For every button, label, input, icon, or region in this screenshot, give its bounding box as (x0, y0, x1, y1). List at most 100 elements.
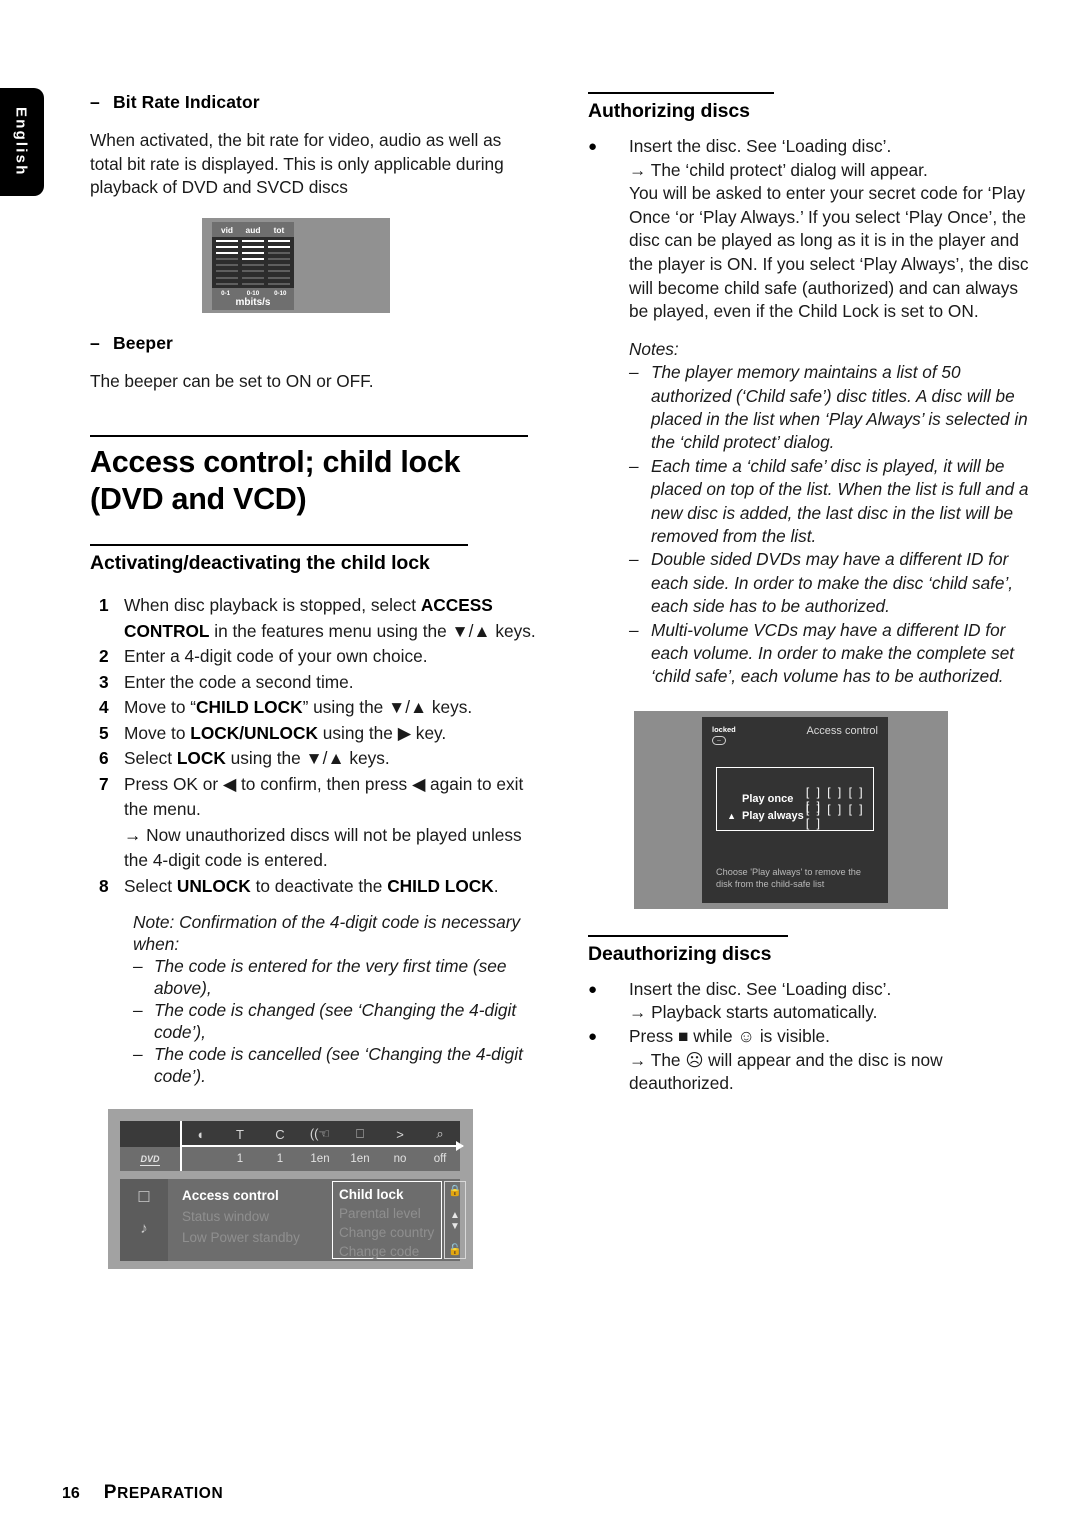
bullet-text: Press ■ while ☺ is visible. → The ☹ will… (629, 1025, 1036, 1096)
step-item: 4 Move to “CHILD LOCK” using the ▼/▲ key… (90, 695, 538, 721)
steps-list: 1 When disc playback is stopped, select … (90, 593, 538, 899)
page-title: Access control; child lock (DVD and VCD) (90, 444, 528, 518)
step-number: 5 (99, 722, 109, 743)
toolbar-icon-row: ◖ T C ((☜ ⎕ > ⌕ (120, 1121, 460, 1147)
beeper-heading-text: Beeper (113, 332, 173, 353)
note-text: The code is changed (see ‘Changing the 4… (154, 1000, 517, 1043)
bit-rate-scale-vid: 0-1 (221, 289, 231, 297)
section-title-rule (90, 435, 528, 438)
step-text: Press OK or ◀ to confirm, then press ◀ a… (124, 773, 524, 871)
bit-rate-meter-tot (268, 239, 290, 286)
note-text: Multi-volume VCDs may have a different I… (651, 619, 1015, 687)
note-dash: – (629, 549, 639, 570)
bit-rate-meter-vid (216, 239, 238, 286)
steps-note-intro: Note: Confirmation of the 4-digit code i… (133, 912, 521, 955)
authorizing-rule (588, 92, 774, 94)
bit-rate-meters (212, 236, 294, 288)
features-menu-figure: ◖ T C ((☜ ⎕ > ⌕ DVD 1 1 1en 1en no off ☐… (108, 1109, 473, 1270)
audio-icon: ((☜ (309, 1126, 331, 1142)
bullet-text: Insert the disc. See ‘Loading disc’. → T… (629, 135, 1036, 324)
step-number: 4 (99, 697, 109, 718)
bit-rate-col-tot: tot (273, 224, 285, 235)
submenu-item-child-lock: Child lock (339, 1187, 404, 1203)
step-item: 5 Move to LOCK/UNLOCK using the ▶ key. (90, 721, 538, 747)
note-text: The code is entered for the very first t… (154, 956, 507, 999)
disc-locked-icon: ⚊ (712, 735, 726, 745)
step-text: Move to “CHILD LOCK” using the ▼/▲ keys. (124, 697, 473, 718)
page-title-line2: (DVD and VCD) (90, 482, 307, 517)
beeper-paragraph: The beeper can be set to ON or OFF. (90, 370, 374, 391)
note-row: – The player memory maintains a list of … (629, 361, 1036, 455)
features-menu-list: Access control Status window Low Power s… (182, 1185, 332, 1248)
note-dash: – (629, 455, 639, 476)
footer-label: PREPARATION (104, 1482, 223, 1504)
disc-head-icon: ◖ (196, 1126, 204, 1142)
toolbar-value-title: 1 (236, 1153, 244, 1166)
toolbar-value-angle: no (393, 1153, 407, 1166)
deauth-b2-line1: Press ■ while ☺ is visible. (629, 1026, 830, 1047)
menu-item-low-power-standby: Low Power standby (182, 1230, 300, 1246)
note-row: – Multi-volume VCDs may have a different… (629, 619, 1036, 689)
dvd-logo: DVD (140, 1153, 160, 1166)
bit-rate-paragraph: When activated, the bit rate for video, … (90, 130, 504, 198)
access-control-screen: locked ⚊ Access control Play once [ ] [ … (702, 716, 888, 903)
chapter-icon: C (275, 1126, 285, 1142)
step-text: When disc playback is stopped, select AC… (124, 595, 536, 641)
right-column: Authorizing discs ● Insert the disc. See… (588, 92, 1036, 1096)
toolbar-arrow-icon (180, 1141, 464, 1152)
step-item: 3 Enter the code a second time. (90, 670, 538, 696)
disc-icon (120, 1127, 180, 1142)
angle-icon: > (396, 1126, 404, 1142)
authorizing-heading: Authorizing discs (588, 100, 750, 122)
language-tab-label: English (12, 107, 30, 177)
step-number: 8 (99, 875, 109, 896)
left-column: – Bit Rate Indicator When activated, the… (90, 92, 538, 1270)
deauth-b1-line1: Insert the disc. See ‘Loading disc’. (629, 978, 892, 999)
picture-icon: ☐ (137, 1189, 151, 1207)
note-text: The player memory maintains a list of 50… (651, 362, 1028, 453)
step-item: 6 Select LOCK using the ▼/▲ keys. (90, 746, 538, 772)
bit-rate-unit: mbits/s (235, 296, 271, 308)
authorizing-bullets: ● Insert the disc. See ‘Loading disc’. →… (588, 135, 1036, 324)
play-always-row: ▲ Play always [ ] [ ] [ ] [ ] (717, 802, 875, 830)
bit-rate-col-vid: vid (220, 224, 234, 235)
deauth-b2-line2: → The ☹ will appear and the disc is now … (629, 1049, 943, 1094)
step-text: Select LOCK using the ▼/▲ keys. (124, 748, 390, 769)
bullet-item: ● Insert the disc. See ‘Loading disc’. →… (588, 978, 1036, 1025)
deauth-b1-line2: → Playback starts automatically. (629, 1002, 878, 1023)
submenu-item-change-country: Change country (339, 1225, 435, 1241)
section-sub-rule (90, 544, 468, 547)
bit-rate-heading-text: Bit Rate Indicator (113, 92, 260, 112)
page-footer: 16 PREPARATION (62, 1482, 223, 1504)
note-dash: – (133, 1000, 143, 1021)
locked-icon: 🔒 (448, 1185, 462, 1198)
note-dash: – (133, 956, 143, 977)
features-submenu: Child lock Parental level Change country… (332, 1181, 442, 1260)
access-control-title: Access control (806, 724, 878, 737)
document-page: English – Bit Rate Indicator When activa… (0, 0, 1080, 1528)
bit-rate-indicator-figure: vid aud tot 0-1 0-10 0-10 mbits/s (202, 217, 390, 313)
step-number: 7 (99, 773, 109, 794)
unlocked-icon: 🔓 (448, 1244, 462, 1257)
steps-note-item: – The code is changed (see ‘Changing the… (133, 999, 538, 1043)
bit-rate-heading: – Bit Rate Indicator (90, 92, 538, 113)
authorizing-body: You will be asked to enter your secret c… (629, 183, 1029, 322)
zoom-icon: ⌕ (436, 1126, 444, 1142)
bit-rate-panel: vid aud tot 0-1 0-10 0-10 mbits/s (212, 221, 294, 310)
note-text: Double sided DVDs may have a different I… (651, 549, 1014, 617)
beeper-heading: – Beeper (90, 333, 538, 354)
step-text: Enter the code a second time. (124, 671, 354, 692)
note-dash: – (629, 362, 639, 383)
bullet-item: ● Insert the disc. See ‘Loading disc’. →… (588, 135, 1036, 324)
section-subtitle: Activating/deactivating the child lock (90, 552, 430, 575)
bullet-icon: ● (588, 138, 598, 155)
note-text: The code is cancelled (see ‘Changing the… (154, 1044, 523, 1087)
bit-rate-meter-aud (242, 239, 264, 286)
access-control-figure: locked ⚊ Access control Play once [ ] [ … (634, 710, 948, 909)
language-tab: English (0, 88, 44, 196)
locked-label: locked (712, 724, 736, 734)
updown-icon: ▲ ▼ (450, 1210, 460, 1233)
subtitle-icon: ⎕ (356, 1126, 364, 1142)
step-number: 3 (99, 671, 109, 692)
bit-rate-column-headers: vid aud tot (212, 222, 294, 237)
